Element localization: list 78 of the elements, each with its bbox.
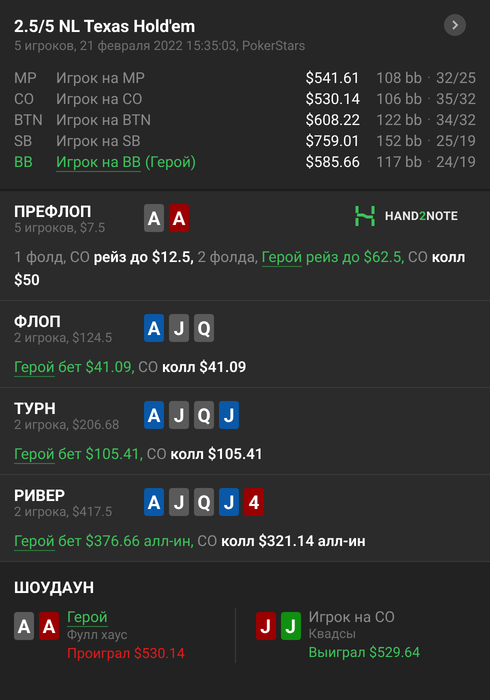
player-name: Игрок на MP xyxy=(56,68,145,90)
action-line: Герой бет $105.41, CO колл $105.41 xyxy=(14,444,264,466)
street-info: 2 игрока, $124.5 xyxy=(14,331,114,347)
hand-result: Проиграл $530.14 xyxy=(67,645,185,663)
playing-card: Q xyxy=(194,314,214,342)
hand-title: 2.5/5 NL Texas Hold'em xyxy=(14,16,196,38)
street-name: ФЛОП xyxy=(14,313,62,331)
playing-card: A xyxy=(144,314,164,342)
playing-card: A xyxy=(169,204,189,232)
separator-dot: · xyxy=(426,132,432,151)
playing-card: A xyxy=(144,204,164,232)
street-info: 2 игрока, $206.68 xyxy=(14,418,120,434)
playing-card: 4 xyxy=(244,488,264,516)
playing-card: J xyxy=(219,401,239,429)
playing-card: A xyxy=(14,612,34,640)
playing-card: Q xyxy=(194,401,214,429)
playing-card: J xyxy=(219,488,239,516)
street-name: ТУРН xyxy=(14,400,57,418)
playing-card: A xyxy=(144,488,164,516)
player-name: Игрок на SB xyxy=(56,131,141,152)
separator-dot: · xyxy=(426,90,432,109)
playing-card: J xyxy=(169,401,189,429)
action-line: 1 фолд, CO рейз до $12.5, 2 фолда, Герой рейз до $62.5, CO колл $50 xyxy=(14,247,466,291)
hero-label: (Герой) xyxy=(145,152,196,174)
player-name[interactable]: Игрок на BB xyxy=(56,154,142,172)
showdown-title: ШОУДАУН xyxy=(14,577,96,599)
player-position: CO xyxy=(14,89,36,110)
street-name: РИВЕР xyxy=(14,487,66,505)
street-info: 5 игроков, $7.5 xyxy=(14,221,106,237)
logo-text: HAND2NOTE xyxy=(384,208,458,225)
action-line: Герой бет $41.09, CO колл $41.09 xyxy=(14,357,248,379)
hero-link[interactable]: Герой xyxy=(262,248,302,267)
separator-dot: · xyxy=(426,112,432,130)
player-bb: 122 bb xyxy=(375,110,422,132)
player-stack: $759.01 xyxy=(304,131,360,152)
hero-link[interactable]: Герой xyxy=(14,532,55,551)
player-stack: $608.22 xyxy=(304,110,360,132)
player-stats: 24/19 xyxy=(436,152,476,174)
playing-card: A xyxy=(39,612,59,640)
player-bb: 117 bb xyxy=(375,152,422,174)
street-name: ПРЕФЛОП xyxy=(14,203,92,221)
hero-link[interactable]: Герой xyxy=(14,445,55,464)
player-bb: 108 bb xyxy=(375,68,422,90)
logo-icon xyxy=(354,205,375,227)
player-bb: 152 bb xyxy=(375,131,422,152)
player-bb: 106 bb xyxy=(375,89,422,110)
hand-combination: Квадсы xyxy=(308,626,356,644)
player-position: BTN xyxy=(14,110,44,132)
player-position: MP xyxy=(14,68,38,90)
showdown-player-name[interactable]: Герой xyxy=(67,608,108,627)
player-stats: 25/19 xyxy=(436,131,476,152)
player-stack: $530.14 xyxy=(304,89,360,110)
playing-card: J xyxy=(256,612,276,640)
player-stack: $585.66 xyxy=(304,152,360,174)
hand-result: Выиграл $529.64 xyxy=(308,644,420,662)
player-stats: 35/32 xyxy=(436,89,476,110)
player-stats: 34/32 xyxy=(436,110,476,132)
playing-card: A xyxy=(144,401,164,429)
action-line: Герой бет $376.66 алл-ин, CO колл $321.14 алл-ин xyxy=(14,531,366,553)
player-stack: $541.61 xyxy=(304,68,360,90)
player-stats: 32/25 xyxy=(436,68,476,90)
player-position: SB xyxy=(14,131,34,152)
hero-link[interactable]: Герой xyxy=(14,358,55,377)
separator-dot: · xyxy=(426,154,432,172)
hand-combination: Фулл хаус xyxy=(67,627,128,645)
playing-card: J xyxy=(280,612,300,640)
street-info: 2 игрока, $417.5 xyxy=(14,505,114,521)
chevron-right-icon xyxy=(451,20,459,30)
hand-subtitle: 5 игроков, 21 февраля 2022 15:35:03, PokerStars xyxy=(14,38,306,56)
separator-dot: · xyxy=(426,70,432,88)
player-name: Игрок на BTN xyxy=(56,110,152,132)
showdown-player-name: Игрок на CO xyxy=(308,608,395,626)
playing-card: J xyxy=(169,314,189,342)
playing-card: J xyxy=(169,488,189,516)
next-button[interactable] xyxy=(444,14,466,36)
player-name: Игрок на CO xyxy=(56,89,142,110)
player-position: BB xyxy=(14,152,34,174)
playing-card: Q xyxy=(194,488,214,516)
